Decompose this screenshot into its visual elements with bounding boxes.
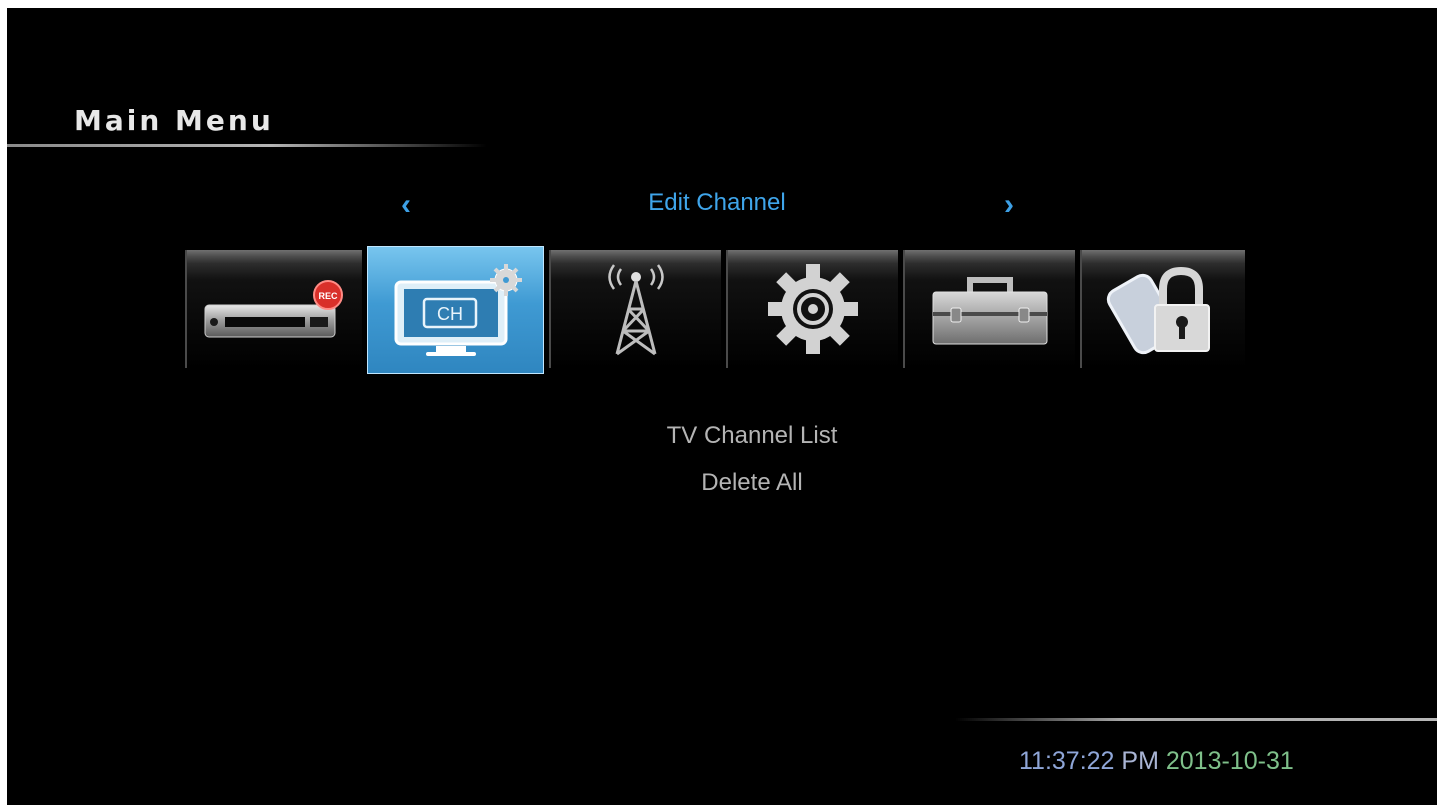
tv-channel-icon: CH xyxy=(394,264,522,356)
tv-screen: Main Menu ‹ Edit Channel › REC CH TV Cha… xyxy=(7,8,1437,805)
menu-item-tv-channel-list[interactable]: TV Channel List xyxy=(537,422,967,450)
gear-icon xyxy=(768,264,858,354)
channel-ch-label: CH xyxy=(437,304,463,324)
clock: 11:37:22 PM 2013-10-31 xyxy=(1019,747,1294,776)
next-category-arrow-icon[interactable]: › xyxy=(1004,188,1014,222)
clock-ampm: PM xyxy=(1121,747,1159,775)
clock-date: 2013-10-31 xyxy=(1165,747,1294,775)
tab-parental-lock[interactable] xyxy=(1080,250,1245,368)
dvr-recorder-icon: REC xyxy=(204,280,343,338)
padlock-icon xyxy=(1106,266,1210,355)
title-divider xyxy=(7,144,487,147)
rec-badge-text: REC xyxy=(318,291,338,301)
antenna-tower-icon xyxy=(608,264,664,356)
menu-item-delete-all[interactable]: Delete All xyxy=(537,469,967,497)
menu-tab-bar: REC CH xyxy=(185,246,1245,380)
tab-tools[interactable] xyxy=(903,250,1075,368)
tab-system-setup[interactable] xyxy=(726,250,898,368)
tab-record[interactable]: REC xyxy=(185,250,362,368)
category-label: Edit Channel xyxy=(648,189,786,216)
page-title: Main Menu xyxy=(74,104,274,137)
status-divider xyxy=(955,718,1437,721)
tab-installation[interactable] xyxy=(549,250,721,368)
tab-edit-channel[interactable]: CH xyxy=(367,246,544,374)
clock-time: 11:37:22 xyxy=(1019,747,1115,775)
prev-category-arrow-icon[interactable]: ‹ xyxy=(401,188,411,222)
toolbox-icon xyxy=(932,277,1048,345)
